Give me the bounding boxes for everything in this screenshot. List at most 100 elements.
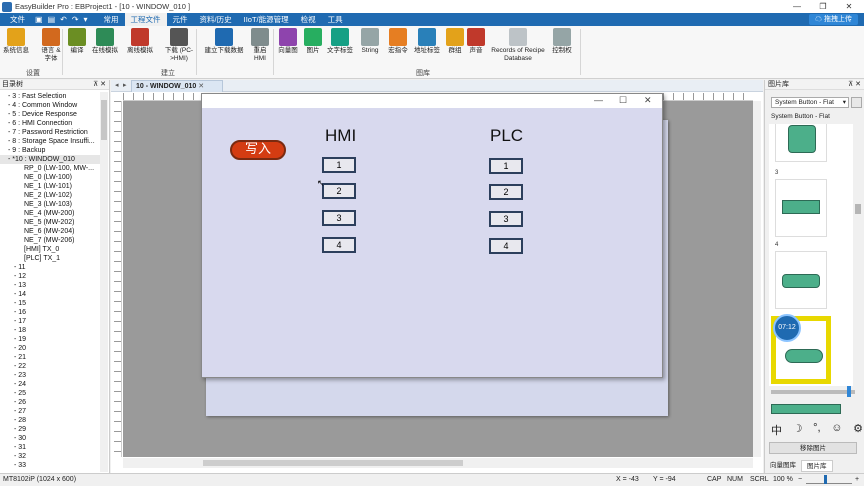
slider-knob[interactable]: [847, 386, 851, 397]
plc-numeric-1[interactable]: 1: [489, 158, 523, 174]
preview-close-icon[interactable]: ✕: [644, 95, 652, 106]
tree-item[interactable]: - 8 : Storage Space Insuffi...: [0, 137, 100, 146]
tree-item[interactable]: - 4 : Common Window: [0, 101, 100, 110]
emoji-icon[interactable]: ☺: [831, 422, 842, 436]
zoom-in-icon[interactable]: +: [855, 474, 859, 486]
tree-item[interactable]: - 11: [0, 263, 100, 272]
vertical-scrollbar[interactable]: [753, 101, 761, 457]
tree-item[interactable]: NE_5 (MW-202): [0, 218, 100, 227]
tree-item[interactable]: - 22: [0, 362, 100, 371]
tab-window-010[interactable]: 10 - WINDOW_010 ✕: [131, 80, 223, 92]
tree-item[interactable]: - 33: [0, 461, 100, 470]
scroll-thumb[interactable]: [101, 100, 107, 140]
tab-close-icon[interactable]: ✕: [198, 83, 204, 90]
tree-item[interactable]: - 5 : Device Response: [0, 110, 100, 119]
horizontal-scrollbar[interactable]: [123, 458, 753, 468]
tab-vector-library[interactable]: 向量图库: [765, 460, 801, 472]
tree-item[interactable]: - 14: [0, 290, 100, 299]
tree-item[interactable]: - 32: [0, 452, 100, 461]
save-icon[interactable]: ▣: [35, 15, 43, 24]
moon-icon[interactable]: ☽: [793, 422, 803, 436]
window-preview[interactable]: — ☐ ✕: [201, 93, 663, 378]
ribbon-button-gear[interactable]: 系统信息: [2, 28, 30, 55]
ribbon-button-address-tag[interactable]: 地址标签: [412, 28, 442, 55]
tree-item[interactable]: - 9 : Backup: [0, 146, 100, 155]
ribbon-button-sd-card[interactable]: 建立下载数据: [200, 28, 248, 55]
ribbon-button-language[interactable]: 语言 & 字体: [37, 28, 65, 62]
tree-item[interactable]: [HMI] TX_0: [0, 245, 100, 254]
tree-item[interactable]: - 26: [0, 398, 100, 407]
plc-numeric-2[interactable]: 2: [489, 184, 523, 200]
size-slider[interactable]: [771, 386, 855, 397]
pin-icon[interactable]: ⊼ ✕: [93, 80, 106, 90]
minimize-button[interactable]: —: [784, 0, 810, 13]
tree-item[interactable]: - 16: [0, 308, 100, 317]
tree-item[interactable]: NE_7 (MW-206): [0, 236, 100, 245]
preview-minimize-icon[interactable]: —: [594, 95, 603, 105]
tree-item[interactable]: - 30: [0, 434, 100, 443]
tree-item[interactable]: - 6 : HMI Connection: [0, 119, 100, 128]
menu-project[interactable]: 工程文件: [124, 13, 167, 26]
tree-item[interactable]: - 13: [0, 281, 100, 290]
tab-right-arrow-icon[interactable]: ▸: [123, 81, 127, 89]
library-settings-button[interactable]: [851, 97, 862, 108]
tab-picture-library[interactable]: 图片库: [801, 460, 833, 472]
tree-item[interactable]: - 21: [0, 353, 100, 362]
undo-icon[interactable]: ↶: [60, 15, 67, 24]
gear-icon[interactable]: ⚙: [853, 422, 863, 436]
ribbon-button-monitor[interactable]: 离线模拟: [122, 28, 158, 55]
scroll-thumb[interactable]: [855, 204, 861, 214]
ribbon-button-music-note[interactable]: 声音: [467, 28, 485, 55]
tab-left-arrow-icon[interactable]: ◂: [115, 81, 119, 89]
hmi-numeric-1[interactable]: 1: [322, 157, 356, 173]
redo-icon[interactable]: ↷: [72, 15, 79, 24]
tree-item[interactable]: - 12: [0, 272, 100, 281]
plc-numeric-4[interactable]: 4: [489, 238, 523, 254]
tree-item[interactable]: - 23: [0, 371, 100, 380]
ribbon-button-picture[interactable]: 图片: [302, 28, 324, 55]
ribbon-button-tag[interactable]: 文字标签: [325, 28, 355, 55]
punctuation-icon[interactable]: °,: [813, 422, 820, 436]
gallery-scrollbar[interactable]: [854, 124, 862, 386]
menu-data-history[interactable]: 资料/历史: [194, 13, 238, 26]
color-preview[interactable]: [771, 404, 841, 414]
ribbon-button-recipe-database[interactable]: Records of Recipe Database: [486, 28, 550, 62]
tree-item[interactable]: NE_2 (LW-102): [0, 191, 100, 200]
tree-item[interactable]: NE_3 (LW-103): [0, 200, 100, 209]
tree-item[interactable]: - 28: [0, 416, 100, 425]
close-button[interactable]: ✕: [836, 0, 862, 13]
menu-common[interactable]: 常用: [98, 13, 125, 26]
tree-item[interactable]: NE_0 (LW-100): [0, 173, 100, 182]
hmi-numeric-4[interactable]: 4: [322, 237, 356, 253]
ribbon-button-pencil[interactable]: 编译: [66, 28, 88, 55]
tree-item[interactable]: - 15: [0, 299, 100, 308]
menu-iiot[interactable]: IIoT/能源管理: [238, 13, 295, 26]
ribbon-button-group[interactable]: 群组: [445, 28, 465, 55]
library-dropdown[interactable]: System Button - Flat ▾: [771, 97, 849, 108]
tree-item[interactable]: RP_0 (LW-100, MW-...: [0, 164, 100, 173]
tree-item[interactable]: - *10 : WINDOW_010: [0, 155, 100, 164]
dropdown-icon[interactable]: ▾: [84, 15, 88, 24]
tree-item[interactable]: - 24: [0, 380, 100, 389]
tree-item[interactable]: [PLC] TX_1: [0, 254, 100, 263]
menu-file[interactable]: 文件: [4, 13, 31, 26]
tree-item[interactable]: - 3 : Fast Selection: [0, 92, 100, 101]
chinese-ime-icon[interactable]: 中: [771, 422, 782, 437]
tree-item[interactable]: NE_6 (MW-204): [0, 227, 100, 236]
gallery-item[interactable]: [775, 124, 827, 162]
cloud-upload-button[interactable]: ☁ 拖拽上传: [809, 14, 858, 25]
tree-item[interactable]: - 18: [0, 326, 100, 335]
tree-item[interactable]: - 25: [0, 389, 100, 398]
zoom-slider[interactable]: [806, 475, 852, 484]
ribbon-button-string[interactable]: String: [357, 28, 383, 55]
gallery-item[interactable]: [775, 251, 827, 309]
tree-item[interactable]: NE_1 (LW-101): [0, 182, 100, 191]
tree-item[interactable]: - 17: [0, 317, 100, 326]
menu-view[interactable]: 检视: [295, 13, 322, 26]
maximize-button[interactable]: ❐: [810, 0, 836, 13]
tree-item[interactable]: - 27: [0, 407, 100, 416]
remove-picture-button[interactable]: 移除图片: [769, 442, 857, 454]
scroll-thumb[interactable]: [203, 460, 463, 466]
tree-item[interactable]: - 29: [0, 425, 100, 434]
hmi-numeric-2[interactable]: 2: [322, 183, 356, 199]
